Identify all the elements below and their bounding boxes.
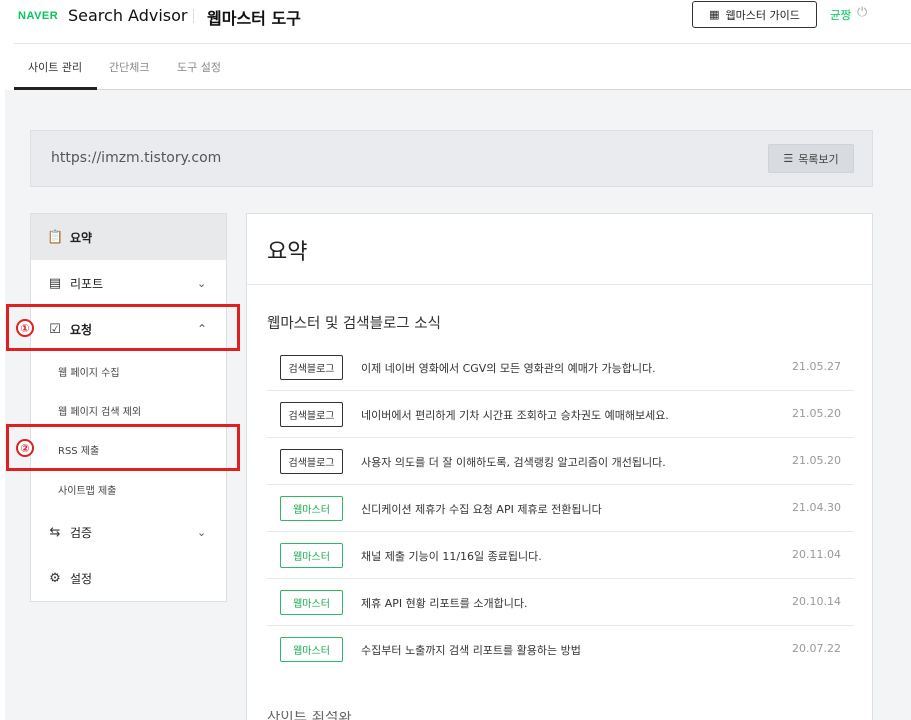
annotation-box-request — [6, 304, 240, 351]
book-icon: ▦ — [709, 8, 720, 21]
next-section-title: 사이트 최적화 — [267, 711, 407, 720]
chevron-down-icon: ⌄ — [197, 276, 207, 290]
sidebar-item-label: 리포트 — [70, 276, 104, 291]
news-badge: 웹마스터 — [280, 637, 343, 662]
annotation-number-two: ② — [16, 439, 34, 457]
sidebar-item-verify[interactable]: ⇆ 검증 ⌄ — [31, 509, 226, 555]
header: NAVER Search Advisor 웹마스터 도구 ▦ 웹마스터 가이드 … — [0, 0, 911, 44]
annotation-number-one: ① — [16, 319, 34, 337]
title-divider — [247, 284, 872, 285]
news-row[interactable]: 웹마스터 제휴 API 현황 리포트를 소개합니다. 20.10.14 — [267, 579, 854, 626]
tab-site-management[interactable]: 사이트 관리 — [28, 59, 82, 75]
news-row[interactable]: 검색블로그 네이버에서 편리하게 기차 시간표 조회하고 승차권도 예매해보세요… — [267, 391, 854, 438]
user-name[interactable]: 균짱 — [830, 7, 851, 23]
sidebar-sub-web-page-collect[interactable]: 웹 페이지 수집 — [58, 364, 120, 379]
sidebar-item-report[interactable]: ▤ 리포트 ⌄ — [31, 260, 226, 306]
next-section-title-text: 사이트 최적화 — [267, 711, 352, 720]
news-row[interactable]: 웹마스터 수집부터 노출까지 검색 리포트를 활용하는 방법 20.07.22 — [267, 626, 854, 673]
news-section-title: 웹마스터 및 검색블로그 소식 — [267, 316, 441, 332]
news-row[interactable]: 검색블로그 사용자 의도를 더 잘 이해하도록, 검색랭킹 알고리즘이 개선됩니… — [267, 438, 854, 485]
news-title[interactable]: 채널 제출 기능이 11/16일 종료됩니다. — [361, 548, 542, 564]
webmaster-guide-button[interactable]: ▦ 웹마스터 가이드 — [692, 1, 817, 28]
tabs-top-divider — [14, 43, 911, 44]
news-badge: 웹마스터 — [280, 543, 343, 568]
tab-tool-settings[interactable]: 도구 설정 — [177, 59, 221, 75]
news-date: 21.05.27 — [792, 360, 841, 373]
news-row[interactable]: 웹마스터 신디케이션 제휴가 수집 요청 API 제휴로 전환됩니다 21.04… — [267, 485, 854, 532]
logout-power-icon[interactable]: ⏻ — [857, 5, 867, 20]
news-date: 21.05.20 — [792, 454, 841, 467]
swap-arrows-icon: ⇆ — [49, 524, 61, 540]
news-date: 20.11.04 — [792, 548, 841, 561]
news-row[interactable]: 웹마스터 채널 제출 기능이 11/16일 종료됩니다. 20.11.04 — [267, 532, 854, 579]
site-url-bar: https://imzm.tistory.com ☰ 목록보기 — [30, 130, 873, 187]
chevron-down-icon: ⌄ — [197, 525, 207, 539]
app-name[interactable]: Search Advisor — [68, 6, 188, 25]
news-date: 21.05.20 — [792, 407, 841, 420]
news-title[interactable]: 신디케이션 제휴가 수집 요청 API 제휴로 전환됩니다 — [361, 501, 602, 517]
news-date: 20.07.22 — [792, 642, 841, 655]
sidebar-item-summary[interactable]: 📋 요약 — [31, 214, 226, 260]
webmaster-guide-label: 웹마스터 가이드 — [725, 8, 800, 22]
news-title[interactable]: 제휴 API 현황 리포트를 소개합니다. — [361, 595, 527, 611]
news-badge: 검색블로그 — [280, 355, 343, 380]
news-badge: 검색블로그 — [280, 402, 343, 427]
news-title[interactable]: 수집부터 노출까지 검색 리포트를 활용하는 방법 — [361, 642, 581, 658]
list-view-button[interactable]: ☰ 목록보기 — [768, 144, 854, 173]
news-title[interactable]: 이제 네이버 영화에서 CGV의 모든 영화관의 예매가 가능합니다. — [361, 360, 656, 376]
news-date: 20.10.14 — [792, 595, 841, 608]
sidebar: 📋 요약 ▤ 리포트 ⌄ ☑ 요청 ⌃ 웹 페이지 수집 웹 페이지 검색 제외… — [30, 213, 227, 602]
news-date: 21.04.30 — [792, 501, 841, 514]
summary-title: 요약 — [267, 240, 308, 265]
page-title: 웹마스터 도구 — [207, 9, 301, 28]
list-icon: ☰ — [783, 152, 794, 165]
sidebar-item-label: 설정 — [70, 571, 93, 586]
sidebar-item-label: 요약 — [70, 230, 93, 245]
sidebar-item-settings[interactable]: ⚙ 설정 — [31, 555, 226, 601]
gear-icon: ⚙ — [49, 570, 61, 586]
site-url: https://imzm.tistory.com — [51, 150, 222, 166]
header-divider — [193, 9, 194, 23]
news-badge: 웹마스터 — [280, 590, 343, 615]
sidebar-item-label: 검증 — [70, 525, 93, 540]
list-view-label: 목록보기 — [798, 152, 839, 166]
summary-panel: 요약 웹마스터 및 검색블로그 소식 검색블로그 이제 네이버 영화에서 CGV… — [246, 213, 873, 720]
news-title[interactable]: 사용자 의도를 더 잘 이해하도록, 검색랭킹 알고리즘이 개선됩니다. — [361, 454, 666, 470]
clipboard-icon: 📋 — [47, 229, 64, 245]
tab-quick-check[interactable]: 간단체크 — [109, 59, 149, 75]
news-row[interactable]: 검색블로그 이제 네이버 영화에서 CGV의 모든 영화관의 예매가 가능합니다… — [267, 344, 854, 391]
news-title[interactable]: 네이버에서 편리하게 기차 시간표 조회하고 승차권도 예매해보세요. — [361, 407, 669, 423]
sidebar-sub-web-page-exclude[interactable]: 웹 페이지 검색 제외 — [58, 403, 141, 418]
bar-chart-icon: ▤ — [48, 275, 62, 291]
naver-logo[interactable]: NAVER — [18, 10, 58, 22]
annotation-box-rss — [6, 424, 240, 471]
sidebar-sub-sitemap-submit[interactable]: 사이트맵 제출 — [58, 482, 116, 497]
news-badge: 검색블로그 — [280, 449, 343, 474]
news-badge: 웹마스터 — [280, 496, 343, 521]
